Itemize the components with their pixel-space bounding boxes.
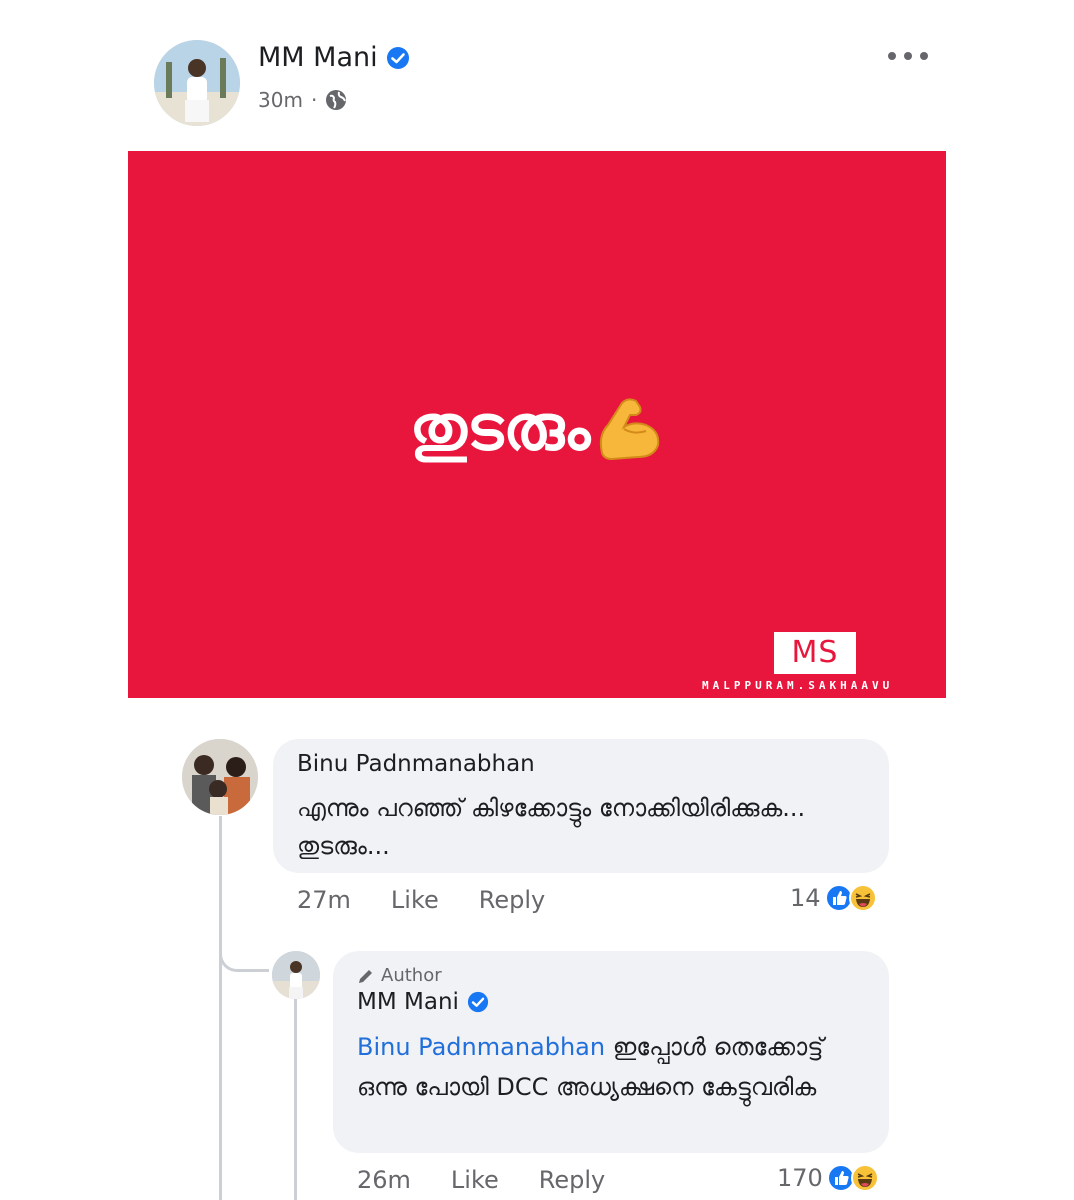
post-image-caption: തുടരും <box>128 391 946 465</box>
thread-line <box>219 816 222 1200</box>
more-options-icon[interactable] <box>884 44 932 68</box>
post-meta: 30m · <box>258 88 347 112</box>
reply-text: Binu Padnmanabhan ഇപ്പോൾ തെക്കോട്ട് ഒന്ന… <box>357 1027 867 1107</box>
reply-button[interactable]: Reply <box>539 1166 605 1194</box>
commenter-avatar[interactable] <box>182 739 258 815</box>
reply-bubble: Author MM Mani Binu Padnmanabhan ഇപ്പോൾ … <box>333 951 889 1153</box>
dot <box>920 52 928 60</box>
watermark-logo-text: MS <box>791 635 839 670</box>
reaction-count[interactable]: 14 <box>790 884 821 912</box>
verified-badge-icon <box>386 46 409 69</box>
post-timestamp[interactable]: 30m <box>258 88 303 112</box>
reply-actions: 26m Like Reply <box>357 1166 605 1194</box>
flexed-biceps-icon <box>600 398 660 461</box>
author-badge: Author <box>357 965 442 986</box>
comment-text: എന്നും പറഞ്ഞ് കിഴക്കോട്ടും നോക്കിയിരിക്ക… <box>297 794 806 860</box>
reply-timestamp[interactable]: 26m <box>357 1166 411 1194</box>
post-image-text: തുടരും <box>409 391 591 464</box>
thread-connector <box>219 940 269 972</box>
dot <box>888 52 896 60</box>
verified-badge-icon <box>467 991 488 1013</box>
haha-reaction-icon <box>848 884 877 912</box>
post-author-avatar[interactable] <box>154 40 240 126</box>
watermark-text: MALPPURAM.SAKHAAVU <box>702 679 894 692</box>
reply-author-name-text[interactable]: MM Mani <box>357 989 459 1015</box>
comment-author-name[interactable]: Binu Padnmanabhan <box>297 751 535 777</box>
reply-thread-line <box>294 996 297 1200</box>
reply-author-avatar[interactable] <box>272 951 320 999</box>
like-button[interactable]: Like <box>451 1166 499 1194</box>
post-author-name[interactable]: MM Mani <box>258 42 410 73</box>
pencil-icon <box>359 969 372 983</box>
reply-button[interactable]: Reply <box>479 886 545 914</box>
reaction-summary[interactable]: 14 <box>790 884 877 912</box>
reaction-count[interactable]: 170 <box>777 1164 823 1192</box>
like-button[interactable]: Like <box>391 886 439 914</box>
comment-actions: 27m Like Reply <box>297 886 545 914</box>
meta-separator: · <box>310 88 318 112</box>
mention-link[interactable]: Binu Padnmanabhan <box>357 1033 605 1061</box>
haha-reaction-icon <box>850 1164 879 1192</box>
author-badge-label: Author <box>381 965 442 986</box>
watermark-logo: MS <box>774 632 856 674</box>
comment-timestamp[interactable]: 27m <box>297 886 351 914</box>
dot <box>904 52 912 60</box>
comment-bubble: Binu Padnmanabhan എന്നും പറഞ്ഞ് കിഴക്കോട… <box>273 739 889 873</box>
reaction-summary[interactable]: 170 <box>777 1164 879 1192</box>
reply-author-name[interactable]: MM Mani <box>357 989 489 1015</box>
post-image[interactable]: തുടരും MS MALPPURAM.SAKHAAVU <box>128 151 946 698</box>
globe-icon[interactable] <box>325 89 347 111</box>
post-author-name-text[interactable]: MM Mani <box>258 42 378 73</box>
